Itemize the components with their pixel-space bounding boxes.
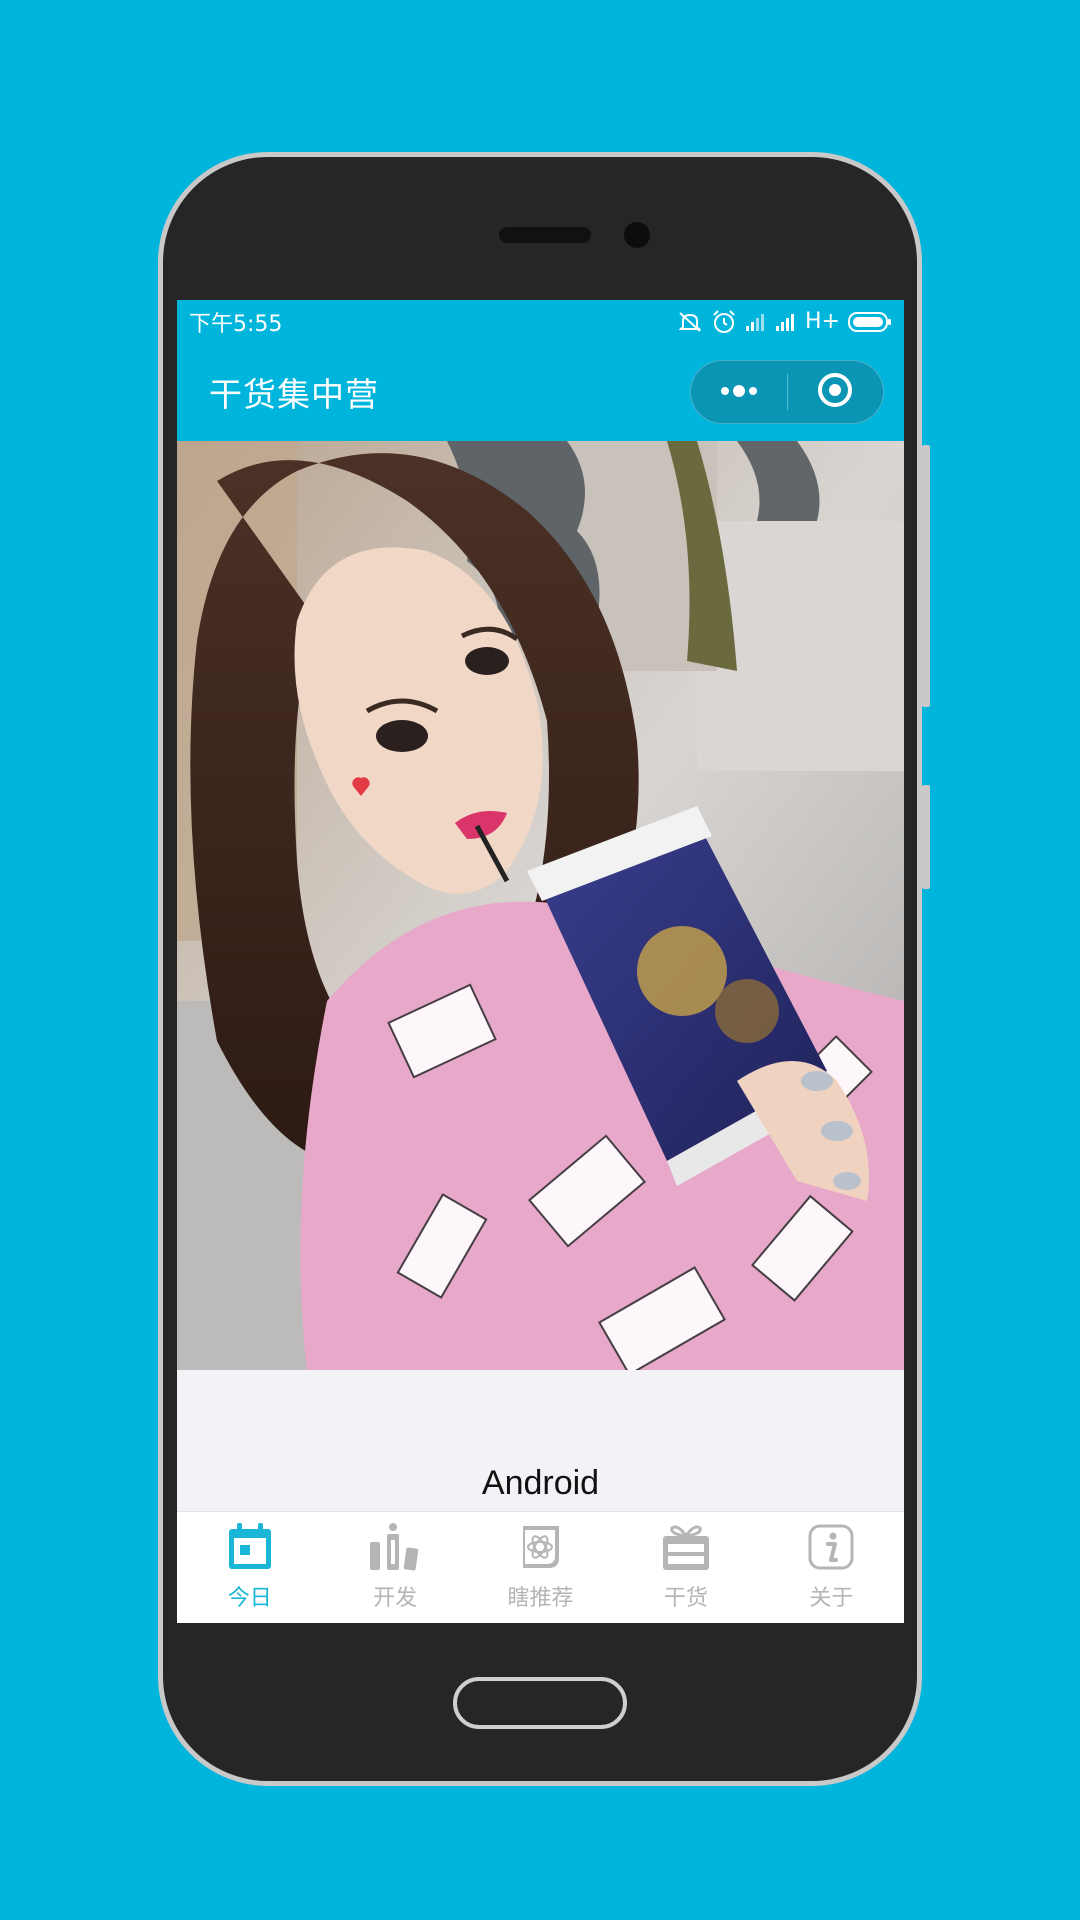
info-icon: [806, 1522, 856, 1576]
mini-program-capsule: [690, 360, 884, 424]
tab-about[interactable]: 关于: [759, 1512, 904, 1623]
tab-goods[interactable]: 干货: [613, 1512, 758, 1623]
target-close-icon: [816, 371, 854, 413]
tab-label: 开发: [373, 1586, 418, 1611]
signal-icon-2: [775, 312, 797, 332]
more-dots-icon: [717, 383, 761, 402]
more-button[interactable]: [691, 361, 787, 423]
nav-bar: 干货集中营: [177, 343, 904, 441]
tab-recommend[interactable]: 瞎推荐: [468, 1512, 613, 1623]
alarm-icon: [711, 309, 737, 335]
category-caption: Android: [481, 1464, 600, 1502]
close-button[interactable]: [788, 361, 884, 423]
status-time: 下午5:55: [189, 311, 283, 337]
status-icons: H+: [677, 309, 892, 335]
battery-icon: [848, 311, 892, 333]
home-button[interactable]: [453, 1677, 627, 1729]
tab-develop[interactable]: 开发: [322, 1512, 467, 1623]
caption-area: Android: [177, 1370, 904, 1511]
power-button: [922, 785, 930, 889]
calendar-icon: [226, 1522, 274, 1576]
network-type: H+: [805, 309, 840, 334]
page-title: 干货集中营: [209, 375, 379, 414]
tab-label: 关于: [809, 1586, 854, 1611]
mute-icon: [677, 310, 703, 334]
tab-label: 瞎推荐: [507, 1586, 574, 1611]
signal-icon: [745, 312, 767, 332]
phone-speaker: [499, 227, 591, 243]
status-bar: 下午5:55 H+: [177, 300, 904, 343]
phone-camera: [624, 222, 650, 248]
tab-today[interactable]: 今日: [177, 1512, 322, 1623]
app-screen: 下午5:55 H+ 干货集中营 Android 今日 开发 瞎推荐 干货 关于: [177, 300, 904, 1623]
gift-box-icon: [660, 1522, 712, 1576]
tab-label: 今日: [227, 1586, 272, 1611]
selfie-photo[interactable]: [177, 441, 904, 1370]
volume-button: [922, 445, 930, 707]
bars-icon: [367, 1522, 423, 1576]
photo-illustration: [177, 441, 904, 1370]
tab-bar: 今日 开发 瞎推荐 干货 关于: [177, 1511, 904, 1623]
atom-card-icon: [515, 1522, 567, 1576]
tab-label: 干货: [663, 1586, 708, 1611]
